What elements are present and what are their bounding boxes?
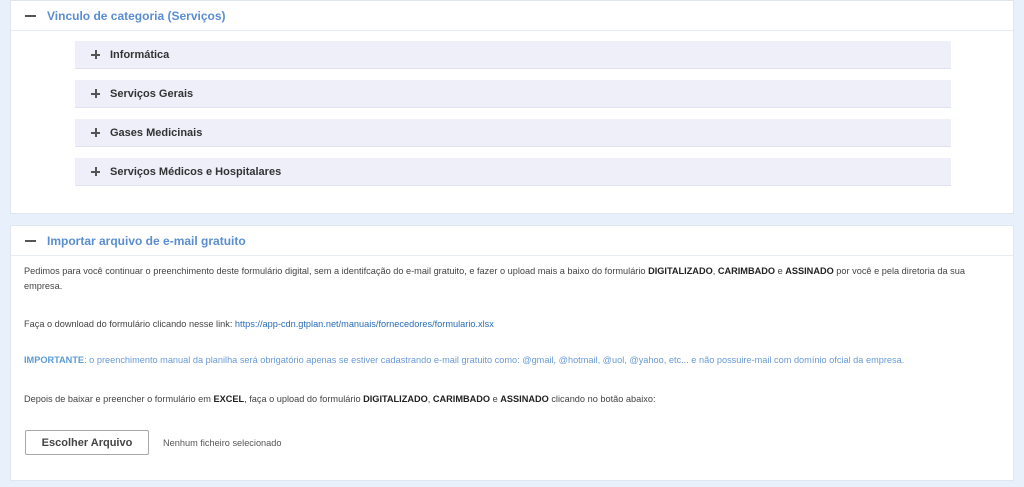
text: Faça o download do formulário clicando n… [24,319,235,329]
instruction-paragraph-4: Depois de baixar e preencher o formulári… [24,392,1004,407]
category-panel-title: Vinculo de categoria (Serviços) [47,8,226,23]
category-item-servicos-gerais[interactable]: Serviços Gerais [75,80,951,108]
expand-plus-icon[interactable] [91,167,100,176]
text: e [775,266,786,276]
text: : o preenchimento manual da planilha ser… [84,355,905,365]
category-item-label: Serviços Médicos e Hospitalares [110,165,282,178]
import-panel-header[interactable]: Importar arquivo de e-mail gratuito [11,226,1013,256]
important-notice: IMPORTANTE: o preenchimento manual da pl… [24,353,1004,368]
text: Depois de baixar e preencher o formulári… [24,394,214,404]
collapse-minus-icon[interactable] [25,239,36,242]
bold-text: CARIMBADO [432,394,491,404]
category-item-gases-medicinais[interactable]: Gases Medicinais [75,119,951,147]
category-item-label: Gases Medicinais [110,126,203,139]
instruction-paragraph-1: Pedimos para você continuar o preenchime… [24,264,1004,294]
category-item-label: Serviços Gerais [110,87,194,100]
instruction-paragraph-2: Faça o download do formulário clicando n… [24,317,1004,332]
category-item-label: Informática [110,48,170,61]
category-panel: Vinculo de categoria (Serviços) Informát… [10,0,1014,214]
download-form-link[interactable]: https://app-cdn.gtplan.net/manuais/forne… [235,319,494,329]
expand-plus-icon[interactable] [91,89,100,98]
bold-text: DIGITALIZADO [648,266,713,276]
text: clicando no botão abaixo: [548,394,656,404]
text: e [490,394,501,404]
important-label: IMPORTANTE [24,355,85,365]
category-list: Informática Serviços Gerais Gases Medici… [75,41,951,197]
bold-text: CARIMBADO [717,266,776,276]
category-item-informatica[interactable]: Informática [75,41,951,69]
category-item-servicos-medicos[interactable]: Serviços Médicos e Hospitalares [75,158,951,186]
file-status-text: Nenhum ficheiro selecionado [163,437,282,448]
file-upload-row: Escolher Arquivo Nenhum ficheiro selecio… [25,430,282,455]
expand-plus-icon[interactable] [91,128,100,137]
text: , faça o upload do formulário [244,394,364,404]
expand-plus-icon[interactable] [91,50,100,59]
bold-text: ASSINADO [500,394,549,404]
bold-text: DIGITALIZADO [363,394,428,404]
bold-text: EXCEL [213,394,245,404]
import-panel: Importar arquivo de e-mail gratuito Pedi… [10,225,1014,481]
category-panel-header[interactable]: Vinculo de categoria (Serviços) [11,1,1013,31]
bold-text: ASSINADO [785,266,834,276]
import-panel-title: Importar arquivo de e-mail gratuito [47,233,246,248]
choose-file-button[interactable]: Escolher Arquivo [25,430,149,455]
text: Pedimos para você continuar o preenchime… [24,266,649,276]
collapse-minus-icon[interactable] [25,14,36,17]
